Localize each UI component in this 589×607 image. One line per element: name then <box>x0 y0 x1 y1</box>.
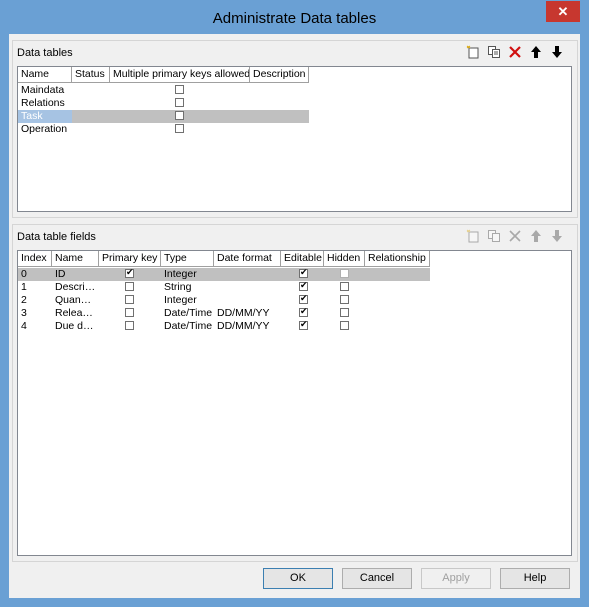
move-down-icon[interactable] <box>548 45 566 61</box>
field-date-format-cell: DD/MM/YY <box>217 320 270 332</box>
field-date-format-cell <box>214 281 281 294</box>
fields-grid[interactable]: Index Name Primary key Type Date format … <box>17 250 572 556</box>
close-button[interactable]: ✕ <box>546 1 580 22</box>
field-type-cell: Integer <box>164 294 197 306</box>
window-title: Administrate Data tables <box>212 10 377 27</box>
editable-checkbox[interactable] <box>299 308 308 317</box>
column-header-name[interactable]: Name <box>52 251 99 266</box>
table-row-selected[interactable]: Task <box>18 110 309 123</box>
field-index-cell: 1 <box>21 281 27 293</box>
data-tables-group: Data tables Name Status Multiple primary… <box>12 40 578 218</box>
hidden-checkbox[interactable] <box>340 295 349 304</box>
field-type-cell: Date/Time <box>164 307 213 319</box>
cancel-button[interactable]: Cancel <box>342 568 412 589</box>
data-tables-group-title: Data tables <box>17 47 73 59</box>
table-row[interactable]: Relations <box>18 97 309 110</box>
primary-key-checkbox[interactable] <box>125 269 134 278</box>
field-row[interactable]: 2 Quan… Integer <box>18 294 430 307</box>
multi-pk-checkbox[interactable] <box>175 124 184 133</box>
data-tables-header: Name Status Multiple primary keys allowe… <box>18 67 309 83</box>
new-icon[interactable] <box>464 229 482 245</box>
field-type-cell: Date/Time <box>164 320 213 332</box>
primary-key-checkbox[interactable] <box>125 308 134 317</box>
field-date-format-cell <box>214 294 281 307</box>
editable-checkbox[interactable] <box>299 321 308 330</box>
field-index-cell: 4 <box>21 320 27 332</box>
column-header-index[interactable]: Index <box>18 251 52 266</box>
editable-checkbox[interactable] <box>299 295 308 304</box>
column-header-description[interactable]: Description <box>250 67 309 82</box>
field-type-cell: Integer <box>164 268 197 280</box>
column-header-status[interactable]: Status <box>72 67 110 82</box>
dialog-window: Administrate Data tables ✕ Data tables N… <box>0 0 589 607</box>
move-down-icon[interactable] <box>548 229 566 245</box>
data-tables-toolbar <box>464 45 566 61</box>
primary-key-checkbox[interactable] <box>125 321 134 330</box>
copy-icon[interactable] <box>485 45 503 61</box>
table-name-cell: Maindata <box>21 84 65 96</box>
dialog-client-area: Data tables Name Status Multiple primary… <box>9 34 580 598</box>
column-header-type[interactable]: Type <box>161 251 214 266</box>
move-up-icon[interactable] <box>527 45 545 61</box>
editable-checkbox[interactable] <box>299 282 308 291</box>
multi-pk-checkbox[interactable] <box>175 98 184 107</box>
delete-icon[interactable] <box>506 229 524 245</box>
column-header-date-format[interactable]: Date format <box>214 251 281 266</box>
field-row[interactable]: 3 Relea… Date/Time DD/MM/YY <box>18 307 430 320</box>
primary-key-checkbox[interactable] <box>125 282 134 291</box>
hidden-checkbox[interactable] <box>340 308 349 317</box>
primary-key-checkbox[interactable] <box>125 295 134 304</box>
fields-toolbar <box>464 229 566 245</box>
hidden-checkbox[interactable] <box>340 282 349 291</box>
field-name-cell: Quan… <box>55 294 92 306</box>
field-row[interactable]: 4 Due d… Date/Time DD/MM/YY <box>18 320 430 333</box>
table-row[interactable]: Maindata <box>18 84 309 97</box>
hidden-checkbox[interactable] <box>340 321 349 330</box>
field-index-cell: 0 <box>21 268 27 280</box>
fields-group-title: Data table fields <box>17 231 96 243</box>
multi-pk-checkbox[interactable] <box>175 85 184 94</box>
field-name-cell: Descri… <box>55 281 96 293</box>
data-tables-grid[interactable]: Name Status Multiple primary keys allowe… <box>17 66 572 212</box>
field-row-selected[interactable]: 0 ID Integer <box>18 268 430 281</box>
help-button[interactable]: Help <box>500 568 570 589</box>
field-index-cell: 3 <box>21 307 27 319</box>
field-row[interactable]: 1 Descri… String <box>18 281 430 294</box>
table-name-cell: Task <box>18 110 72 123</box>
field-date-format-cell: DD/MM/YY <box>217 307 270 319</box>
close-icon: ✕ <box>557 4 569 19</box>
table-name-cell: Relations <box>21 97 65 109</box>
title-bar[interactable]: Administrate Data tables ✕ <box>1 1 588 34</box>
hidden-checkbox[interactable] <box>340 269 349 278</box>
new-icon[interactable] <box>464 45 482 61</box>
copy-icon[interactable] <box>485 229 503 245</box>
column-header-multiple-pk[interactable]: Multiple primary keys allowed <box>110 67 250 82</box>
field-name-cell: ID <box>55 268 66 280</box>
data-table-fields-group: Data table fields Index Name Primary key… <box>12 224 578 562</box>
ok-button[interactable]: OK <box>263 568 333 589</box>
table-row[interactable]: Operation <box>18 123 309 136</box>
table-name-cell: Operation <box>21 123 68 135</box>
apply-button[interactable]: Apply <box>421 568 491 589</box>
field-name-cell: Relea… <box>55 307 93 319</box>
field-index-cell: 2 <box>21 294 27 306</box>
field-name-cell: Due d… <box>55 320 94 332</box>
fields-header: Index Name Primary key Type Date format … <box>18 251 430 267</box>
multi-pk-checkbox[interactable] <box>175 111 184 120</box>
field-date-format-cell <box>214 268 281 281</box>
column-header-name[interactable]: Name <box>18 67 72 82</box>
column-header-hidden[interactable]: Hidden <box>324 251 365 266</box>
move-up-icon[interactable] <box>527 229 545 245</box>
editable-checkbox[interactable] <box>299 269 308 278</box>
delete-icon[interactable] <box>506 45 524 61</box>
column-header-relationship[interactable]: Relationship <box>365 251 430 266</box>
column-header-editable[interactable]: Editable <box>281 251 324 266</box>
field-type-cell: String <box>164 281 192 293</box>
column-header-primary-key[interactable]: Primary key <box>99 251 161 266</box>
